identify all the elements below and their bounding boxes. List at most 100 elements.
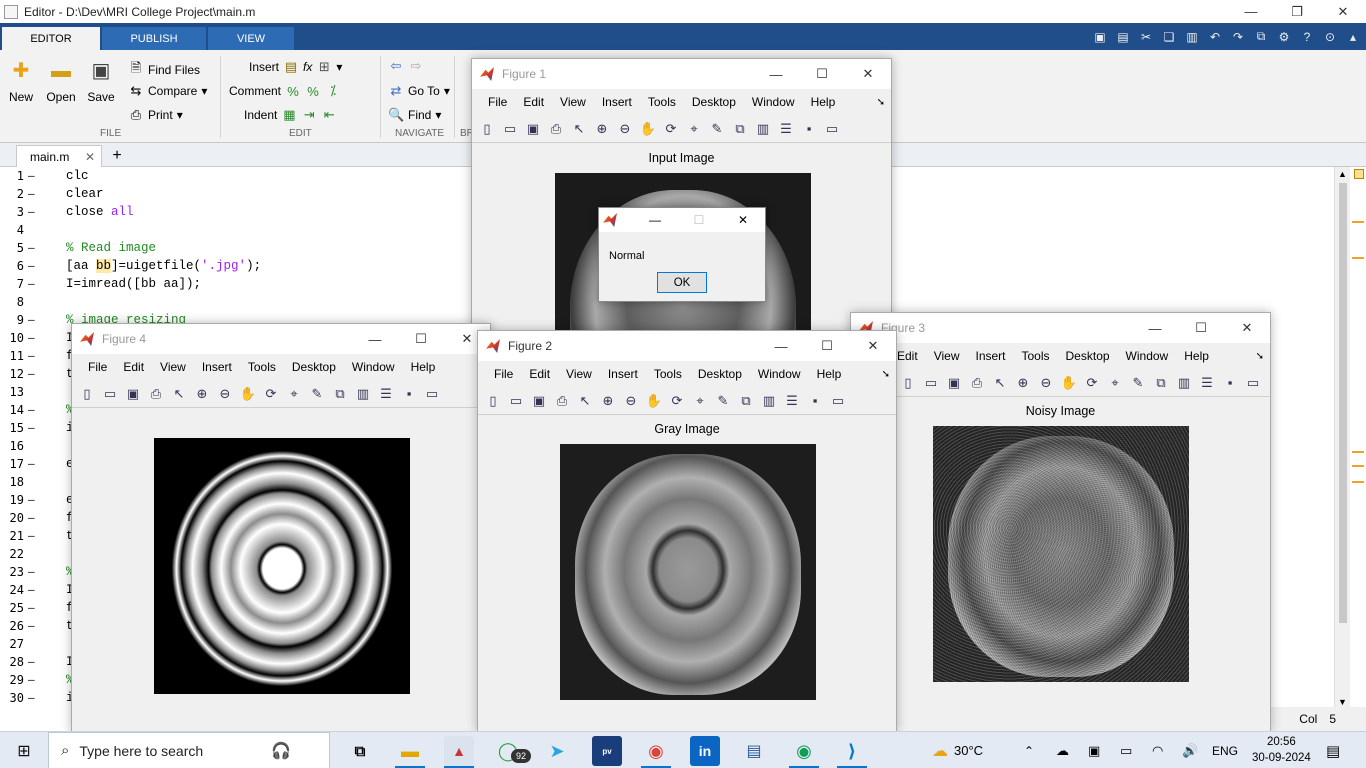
close-button[interactable]: ✕: [1224, 313, 1270, 343]
help-icon[interactable]: ?: [1296, 26, 1318, 47]
save-figure-icon[interactable]: ▣: [945, 375, 963, 391]
decrease-indent-icon[interactable]: ⇤: [321, 107, 337, 123]
redo-icon[interactable]: ↷: [1227, 26, 1249, 47]
open-file-icon[interactable]: ▭: [501, 121, 519, 137]
breakpoint-dash[interactable]: –: [28, 403, 35, 416]
volume-icon[interactable]: 🔊: [1182, 732, 1198, 768]
add-tab-button[interactable]: +: [104, 146, 130, 166]
layout-icon[interactable]: ▣: [1089, 26, 1111, 47]
menu-item-help[interactable]: Help: [811, 95, 836, 109]
remote-desktop-icon[interactable]: ▤: [739, 736, 769, 766]
zoom-out-icon[interactable]: ⊖: [616, 121, 634, 137]
linkedin-icon[interactable]: in: [690, 736, 720, 766]
new-figure-icon[interactable]: ▯: [484, 393, 502, 409]
breakpoint-dash[interactable]: –: [28, 331, 35, 344]
zoom-out-icon[interactable]: ⊖: [216, 386, 234, 402]
wifi-icon[interactable]: ◠: [1152, 732, 1163, 768]
new-figure-icon[interactable]: ▯: [78, 386, 96, 402]
colorbar-icon[interactable]: ▥: [354, 386, 372, 402]
dock-icon[interactable]: ▭: [423, 386, 441, 402]
indent-button[interactable]: Indent ▦ ⇥ ⇤: [244, 107, 337, 123]
zoom-in-icon[interactable]: ⊕: [599, 393, 617, 409]
warning-mark[interactable]: [1352, 465, 1364, 467]
open-file-icon[interactable]: ▭: [507, 393, 525, 409]
figure-4-window[interactable]: Figure 4 — ☐ ✕ File Edit View Insert Tools Desk…: [71, 323, 491, 733]
link-icon[interactable]: ⧉: [731, 121, 749, 137]
code-line[interactable]: close all: [66, 205, 134, 219]
insert-button[interactable]: Insert ▤ fx ⊞ ▾: [249, 59, 342, 75]
menu-item-insert[interactable]: Insert: [608, 367, 638, 381]
figure-4-title-bar[interactable]: Figure 4 — ☐ ✕: [72, 324, 490, 354]
pan-icon[interactable]: ✋: [645, 393, 663, 409]
code-line[interactable]: % Read image: [66, 241, 156, 255]
uncomment-icon[interactable]: %: [305, 84, 321, 99]
warning-mark[interactable]: [1352, 221, 1364, 223]
go-to-button[interactable]: ⇄ Go To ▾: [388, 83, 450, 99]
menu-item-window[interactable]: Window: [352, 360, 395, 374]
zoom-in-icon[interactable]: ⊕: [193, 386, 211, 402]
clock[interactable]: 20:56 30-09-2024: [1252, 734, 1311, 766]
minimize-button[interactable]: —: [1228, 0, 1274, 23]
brush-icon[interactable]: ✎: [714, 393, 732, 409]
minimize-button[interactable]: —: [633, 208, 677, 232]
dock-arrow-icon[interactable]: ➘: [877, 97, 885, 108]
data-cursor-icon[interactable]: ⌖: [691, 393, 709, 409]
menu-item-file[interactable]: File: [494, 367, 513, 381]
brush-icon[interactable]: ✎: [1129, 375, 1147, 391]
zoom-in-icon[interactable]: ⊕: [1014, 375, 1032, 391]
tab-view[interactable]: VIEW: [208, 27, 294, 50]
code-line[interactable]: clear: [66, 187, 104, 201]
hide-tools-icon[interactable]: ▪: [1221, 375, 1239, 390]
menu-item-edit[interactable]: Edit: [523, 95, 544, 109]
start-button[interactable]: ⊞: [0, 732, 48, 768]
chrome-profile-icon[interactable]: ◉: [789, 736, 819, 766]
scroll-down-arrow-icon[interactable]: ▼: [1338, 697, 1347, 707]
figure-2-window[interactable]: Figure 2 — ☐ ✕ File Edit View Insert Tools Desk…: [477, 330, 897, 732]
legend-icon[interactable]: ☰: [783, 393, 801, 409]
save-figure-icon[interactable]: ▣: [124, 386, 142, 402]
zoom-in-icon[interactable]: ⊕: [593, 121, 611, 137]
task-view-icon[interactable]: ⧉: [345, 736, 375, 766]
minimize-button[interactable]: —: [352, 324, 398, 354]
breakpoint-dash[interactable]: –: [28, 241, 35, 254]
print-figure-icon[interactable]: ⎙: [553, 393, 571, 409]
menu-item-desktop[interactable]: Desktop: [692, 95, 736, 109]
restore-button[interactable]: ❐: [1274, 0, 1320, 23]
minimize-button[interactable]: —: [753, 59, 799, 89]
save-figure-icon[interactable]: ▣: [524, 121, 542, 137]
menu-item-window[interactable]: Window: [758, 367, 801, 381]
tab-publish[interactable]: PUBLISH: [102, 27, 206, 50]
menu-item-tools[interactable]: Tools: [648, 95, 676, 109]
breakpoint-dash[interactable]: –: [28, 169, 35, 182]
menu-item-view[interactable]: View: [934, 349, 960, 363]
rotate-icon[interactable]: ⟳: [1083, 375, 1101, 391]
code-line[interactable]: clc: [66, 169, 89, 183]
legend-icon[interactable]: ☰: [1198, 375, 1216, 391]
breakpoint-dash[interactable]: –: [28, 367, 35, 380]
breakpoint-dash[interactable]: –: [28, 655, 35, 668]
rotate-icon[interactable]: ⟳: [668, 393, 686, 409]
warning-indicator-icon[interactable]: [1354, 169, 1364, 179]
find-files-button[interactable]: 🗎 Find Files: [128, 59, 200, 81]
print-figure-icon[interactable]: ⎙: [147, 386, 165, 402]
cut-icon[interactable]: ✂: [1135, 26, 1157, 47]
wrap-comment-icon[interactable]: ⁒: [325, 83, 341, 99]
breakpoint-dash[interactable]: –: [28, 457, 35, 470]
hide-tools-icon[interactable]: ▪: [400, 386, 418, 401]
dock-icon[interactable]: ▭: [1244, 375, 1262, 391]
cortana-icon[interactable]: 🎧: [266, 736, 296, 766]
breakpoint-dash[interactable]: –: [28, 691, 35, 704]
back-arrow-icon[interactable]: ⇦: [388, 58, 404, 74]
undo-icon[interactable]: ↶: [1204, 26, 1226, 47]
breakpoint-dash[interactable]: –: [28, 673, 35, 686]
link-icon[interactable]: ⧉: [331, 386, 349, 402]
matlab-taskbar-icon[interactable]: ▲: [444, 736, 474, 766]
vscode-icon[interactable]: ⟩: [837, 736, 867, 766]
pan-icon[interactable]: ✋: [639, 121, 657, 137]
save-icon[interactable]: ▤: [1112, 26, 1134, 47]
maximize-button[interactable]: ☐: [398, 324, 444, 354]
data-cursor-icon[interactable]: ⌖: [1106, 375, 1124, 391]
breakpoint-dash[interactable]: –: [28, 601, 35, 614]
community-icon[interactable]: ⚙: [1273, 26, 1295, 47]
show-hidden-icons[interactable]: ⌃: [1024, 732, 1034, 768]
